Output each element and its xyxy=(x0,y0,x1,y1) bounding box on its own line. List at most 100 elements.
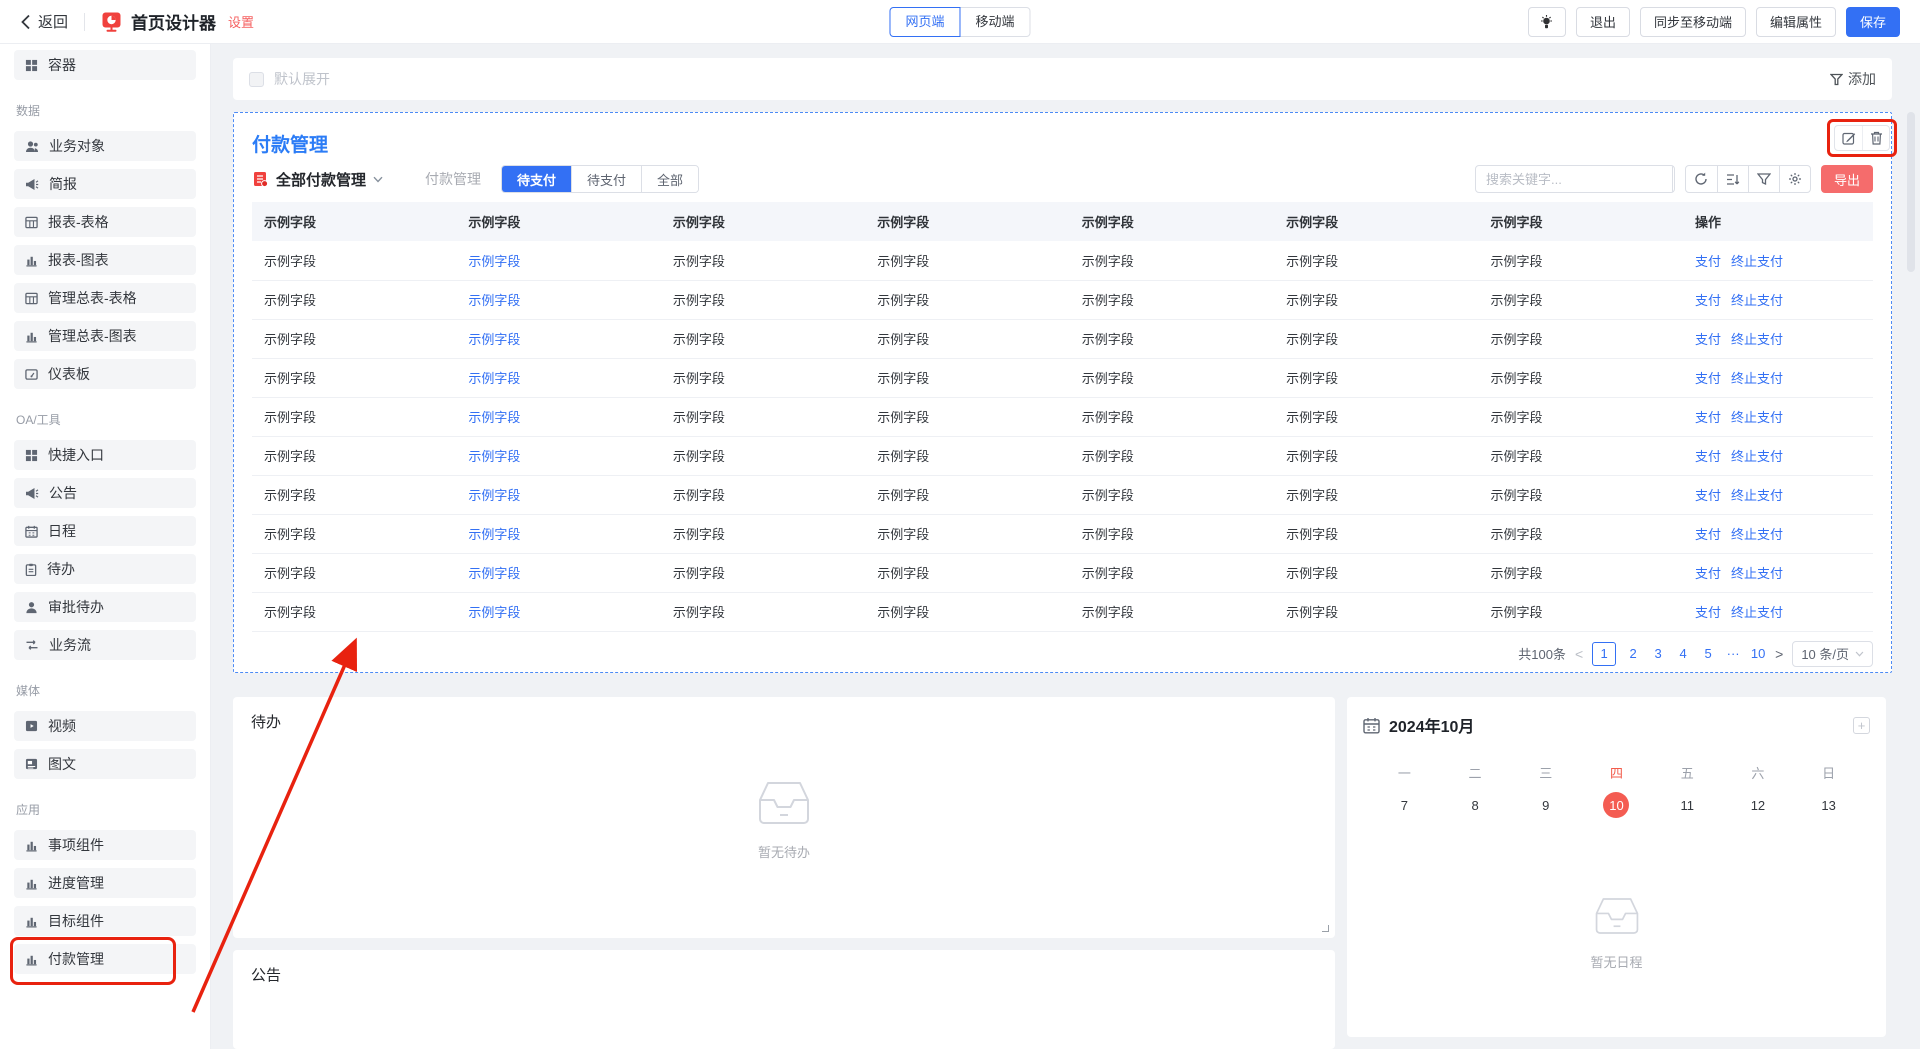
sidebar-item-container[interactable]: 容器 xyxy=(14,50,196,80)
sidebar-item-progress-mgmt[interactable]: 进度管理 xyxy=(14,868,196,898)
sidebar-item-image-text[interactable]: 图文 xyxy=(14,749,196,779)
tab-web[interactable]: 网页端 xyxy=(889,7,960,37)
page-number[interactable]: 3 xyxy=(1650,646,1666,661)
search-input[interactable] xyxy=(1476,166,1672,192)
stop-pay-link[interactable]: 终止支付 xyxy=(1731,602,1783,621)
calendar-date[interactable]: 11 xyxy=(1652,792,1723,818)
record-link[interactable]: 示例字段 xyxy=(468,254,520,269)
sidebar-item-announcement[interactable]: 公告 xyxy=(14,478,196,508)
record-link[interactable]: 示例字段 xyxy=(468,449,520,464)
sidebar-item-approval-todo[interactable]: 审批待办 xyxy=(14,592,196,622)
data-source-dropdown[interactable]: 全部付款管理 xyxy=(252,169,383,190)
sidebar-item-matter-widget[interactable]: 事项组件 xyxy=(14,830,196,860)
gear-icon[interactable] xyxy=(1779,166,1810,192)
calendar-date[interactable]: 13 xyxy=(1793,792,1864,818)
pay-link[interactable]: 支付 xyxy=(1695,290,1721,309)
sidebar-item-label: 事项组件 xyxy=(48,835,104,855)
edit-properties-button[interactable]: 编辑属性 xyxy=(1756,7,1836,37)
delete-widget-icon[interactable] xyxy=(1862,126,1889,150)
stop-pay-link[interactable]: 终止支付 xyxy=(1731,563,1783,582)
sidebar-item-business-object[interactable]: 业务对象 xyxy=(14,131,196,161)
calendar-date[interactable]: 7 xyxy=(1369,792,1440,818)
next-page-icon[interactable]: > xyxy=(1775,646,1783,662)
pay-link[interactable]: 支付 xyxy=(1695,446,1721,465)
pay-link[interactable]: 支付 xyxy=(1695,329,1721,348)
page-number[interactable]: 2 xyxy=(1625,646,1641,661)
calendar-date[interactable]: 10 xyxy=(1581,792,1652,818)
stop-pay-link[interactable]: 终止支付 xyxy=(1731,251,1783,270)
prev-page-icon[interactable]: < xyxy=(1575,646,1583,662)
page-number[interactable]: 1 xyxy=(1592,642,1616,666)
sidebar-item-summary-chart[interactable]: 管理总表-图表 xyxy=(14,321,196,351)
sidebar-item-report-chart[interactable]: 报表-图表 xyxy=(14,245,196,275)
record-link[interactable]: 示例字段 xyxy=(468,332,520,347)
stop-pay-link[interactable]: 终止支付 xyxy=(1731,407,1783,426)
scrollbar-thumb[interactable] xyxy=(1907,112,1915,272)
record-link[interactable]: 示例字段 xyxy=(468,410,520,425)
filter-tab-0[interactable]: 待支付 xyxy=(502,166,571,192)
filter-tab-1[interactable]: 待支付 xyxy=(571,166,641,192)
table-cell: 示例字段 xyxy=(661,280,865,319)
todo-widget[interactable]: 待办 暂无待办 xyxy=(233,697,1335,938)
filter-icon[interactable] xyxy=(1748,166,1779,192)
export-button[interactable]: 导出 xyxy=(1821,165,1873,193)
pay-link[interactable]: 支付 xyxy=(1695,563,1721,582)
stop-pay-link[interactable]: 终止支付 xyxy=(1731,368,1783,387)
pay-link[interactable]: 支付 xyxy=(1695,485,1721,504)
stop-pay-link[interactable]: 终止支付 xyxy=(1731,485,1783,504)
page-number[interactable]: 10 xyxy=(1750,646,1766,661)
payment-widget-panel[interactable]: 付款管理 全部付款管理 付款管理 待支付待支付全部 xyxy=(233,112,1892,673)
sidebar-item-goal-widget[interactable]: 目标组件 xyxy=(14,906,196,936)
settings-link[interactable]: 设置 xyxy=(228,12,254,31)
page-size-select[interactable]: 10 条/页 xyxy=(1792,641,1873,667)
calendar-widget[interactable]: 2024年10月 + 一二三四五六日 78910111213 暂无日程 xyxy=(1347,697,1886,1037)
record-link[interactable]: 示例字段 xyxy=(468,605,520,620)
edit-widget-icon[interactable] xyxy=(1835,126,1862,150)
pay-link[interactable]: 支付 xyxy=(1695,407,1721,426)
add-schedule-icon[interactable]: + xyxy=(1853,717,1870,734)
sidebar-item-dashboard[interactable]: 仪表板 xyxy=(14,359,196,389)
save-button[interactable]: 保存 xyxy=(1846,7,1900,37)
sidebar-item-video[interactable]: 视频 xyxy=(14,711,196,741)
theme-bulb-button[interactable] xyxy=(1528,7,1566,37)
sync-mobile-button[interactable]: 同步至移动端 xyxy=(1640,7,1746,37)
resize-handle[interactable] xyxy=(1322,925,1329,932)
add-widget-button[interactable]: 添加 xyxy=(1830,69,1876,89)
sidebar-item-briefing[interactable]: 简报 xyxy=(14,169,196,199)
calendar-date[interactable]: 8 xyxy=(1440,792,1511,818)
notice-widget[interactable]: 公告 xyxy=(233,950,1335,1049)
record-link[interactable]: 示例字段 xyxy=(468,488,520,503)
sidebar-item-summary-table[interactable]: 管理总表-表格 xyxy=(14,283,196,313)
more-pages-icon[interactable]: ··· xyxy=(1725,646,1741,661)
exit-button[interactable]: 退出 xyxy=(1576,7,1630,37)
page-number[interactable]: 4 xyxy=(1675,646,1691,661)
record-link[interactable]: 示例字段 xyxy=(468,371,520,386)
back-button[interactable]: 返回 xyxy=(20,11,68,32)
tab-mobile[interactable]: 移动端 xyxy=(960,7,1031,37)
sidebar-item-todo[interactable]: 待办 xyxy=(14,554,196,584)
sidebar-item-schedule[interactable]: 日程 xyxy=(14,516,196,546)
calendar-date[interactable]: 12 xyxy=(1723,792,1794,818)
stop-pay-link[interactable]: 终止支付 xyxy=(1731,290,1783,309)
page-number[interactable]: 5 xyxy=(1700,646,1716,661)
stop-pay-link[interactable]: 终止支付 xyxy=(1731,446,1783,465)
pay-link[interactable]: 支付 xyxy=(1695,251,1721,270)
filter-tab-2[interactable]: 全部 xyxy=(641,166,698,192)
stop-pay-link[interactable]: 终止支付 xyxy=(1731,524,1783,543)
calendar-date[interactable]: 9 xyxy=(1510,792,1581,818)
pay-link[interactable]: 支付 xyxy=(1695,602,1721,621)
record-link[interactable]: 示例字段 xyxy=(468,566,520,581)
stop-pay-link[interactable]: 终止支付 xyxy=(1731,329,1783,348)
record-link[interactable]: 示例字段 xyxy=(468,527,520,542)
sidebar-item-payment-mgmt[interactable]: 付款管理 xyxy=(14,944,196,974)
pay-link[interactable]: 支付 xyxy=(1695,368,1721,387)
pay-link[interactable]: 支付 xyxy=(1695,524,1721,543)
sort-icon[interactable] xyxy=(1717,166,1748,192)
search-icon[interactable] xyxy=(1672,166,1675,192)
record-link[interactable]: 示例字段 xyxy=(468,293,520,308)
default-expand-checkbox[interactable] xyxy=(249,72,264,87)
sidebar-item-report-table[interactable]: 报表-表格 xyxy=(14,207,196,237)
sidebar-item-quick-entry[interactable]: 快捷入口 xyxy=(14,440,196,470)
refresh-icon[interactable] xyxy=(1686,166,1717,192)
sidebar-item-workflow[interactable]: 业务流 xyxy=(14,630,196,660)
